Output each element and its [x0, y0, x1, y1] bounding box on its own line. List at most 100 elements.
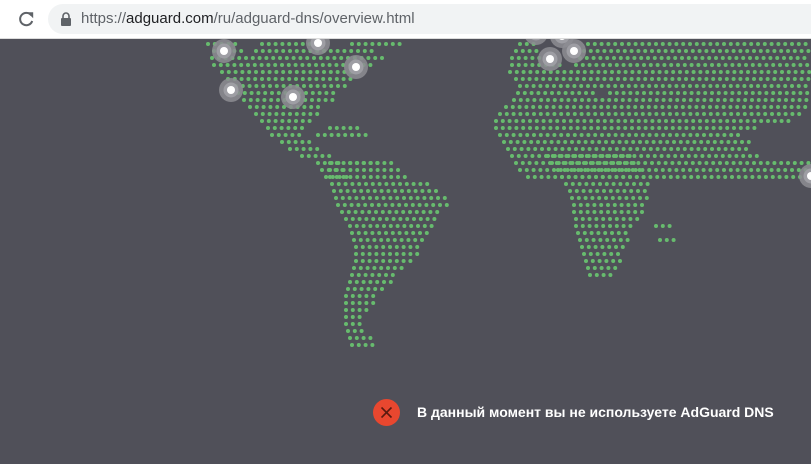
- map-dot: [784, 98, 788, 102]
- map-dot: [370, 343, 375, 347]
- map-dot: [654, 42, 658, 46]
- map-dot: [575, 77, 580, 81]
- map-dot: [806, 77, 811, 81]
- lock-icon[interactable]: [60, 12, 72, 26]
- map-dot: [281, 49, 286, 53]
- map-dot: [604, 196, 608, 200]
- map-dot: [718, 49, 722, 53]
- map-dot: [572, 112, 577, 116]
- map-dot: [723, 63, 728, 67]
- map-dot: [348, 168, 353, 172]
- map-dot: [371, 217, 376, 221]
- map-dot: [703, 91, 708, 95]
- map-dot: [568, 119, 573, 123]
- map-dot: [618, 259, 622, 263]
- map-dot: [415, 245, 420, 249]
- map-dot: [284, 56, 289, 60]
- map-dot: [344, 308, 348, 312]
- map-dot: [620, 245, 625, 249]
- server-marker-icon[interactable]: [212, 39, 236, 63]
- server-marker-icon[interactable]: [799, 164, 811, 188]
- map-dot: [366, 287, 371, 291]
- map-dot: [626, 105, 631, 109]
- map-dot: [591, 182, 596, 186]
- map-dot: [640, 84, 645, 88]
- map-dot: [718, 126, 723, 130]
- map-dot: [529, 91, 534, 95]
- map-dot: [632, 154, 637, 158]
- server-marker-icon[interactable]: [219, 78, 243, 102]
- map-dot: [682, 175, 687, 179]
- map-dot: [576, 196, 581, 200]
- map-dot: [363, 343, 368, 347]
- map-dot: [602, 189, 606, 193]
- map-dot: [375, 175, 380, 179]
- map-dot: [728, 105, 733, 109]
- map-dot: [374, 210, 378, 214]
- map-dot: [663, 49, 668, 53]
- map-dot: [267, 49, 272, 53]
- map-dot: [799, 49, 804, 53]
- map-dot: [518, 168, 522, 172]
- map-dot: [353, 210, 358, 214]
- map-dot: [684, 70, 689, 74]
- map-dot: [730, 63, 735, 67]
- map-dot: [401, 210, 406, 214]
- map-dot: [334, 196, 338, 200]
- server-marker-icon[interactable]: [538, 47, 562, 71]
- map-dot: [255, 98, 260, 102]
- map-dot: [350, 273, 354, 277]
- map-dot: [563, 140, 568, 144]
- map-dot: [586, 42, 590, 46]
- map-dot: [260, 70, 265, 74]
- map-dot: [362, 175, 366, 179]
- map-dot: [758, 49, 763, 53]
- map-dot: [328, 77, 332, 81]
- map-dot: [354, 245, 358, 249]
- map-dot: [782, 56, 786, 60]
- map-dot: [242, 98, 246, 102]
- map-dot: [660, 42, 665, 46]
- map-dot: [622, 49, 627, 53]
- map-dot: [293, 126, 298, 130]
- map-dot: [613, 133, 618, 137]
- map-dot: [535, 70, 540, 74]
- map-dot: [718, 161, 722, 165]
- map-dot: [322, 161, 327, 165]
- map-dot: [429, 196, 434, 200]
- map-dot: [516, 56, 521, 60]
- map-dot: [594, 217, 599, 221]
- map-dot: [724, 161, 729, 165]
- map-dot: [608, 224, 612, 228]
- url-text[interactable]: https://adguard.com/ru/adguard-dns/overv…: [81, 9, 415, 29]
- map-dot: [330, 98, 335, 102]
- map-dot: [748, 154, 752, 158]
- map-dot: [248, 105, 252, 109]
- map-dot: [757, 175, 762, 179]
- map-dot: [248, 98, 253, 102]
- map-dot: [759, 119, 764, 123]
- map-dot: [281, 70, 286, 74]
- map-dot: [690, 161, 695, 165]
- map-dot: [266, 119, 271, 123]
- server-marker-icon[interactable]: [281, 85, 305, 109]
- reload-icon[interactable]: [16, 9, 36, 29]
- map-dot: [587, 217, 592, 221]
- map-dot: [379, 189, 384, 193]
- map-dot: [273, 63, 278, 67]
- map-dot: [288, 49, 292, 53]
- map-dot: [382, 168, 387, 172]
- map-dot: [610, 231, 614, 235]
- map-dot: [655, 147, 660, 151]
- map-dot: [390, 231, 395, 235]
- map-dot: [654, 98, 659, 102]
- map-dot: [281, 112, 286, 116]
- server-marker-icon[interactable]: [344, 55, 368, 79]
- map-dot: [336, 182, 341, 186]
- map-dot: [294, 147, 299, 151]
- map-dot: [803, 105, 808, 109]
- map-dot: [276, 133, 281, 137]
- map-dot: [408, 210, 412, 214]
- map-dot: [772, 161, 777, 165]
- map-dot: [621, 63, 626, 67]
